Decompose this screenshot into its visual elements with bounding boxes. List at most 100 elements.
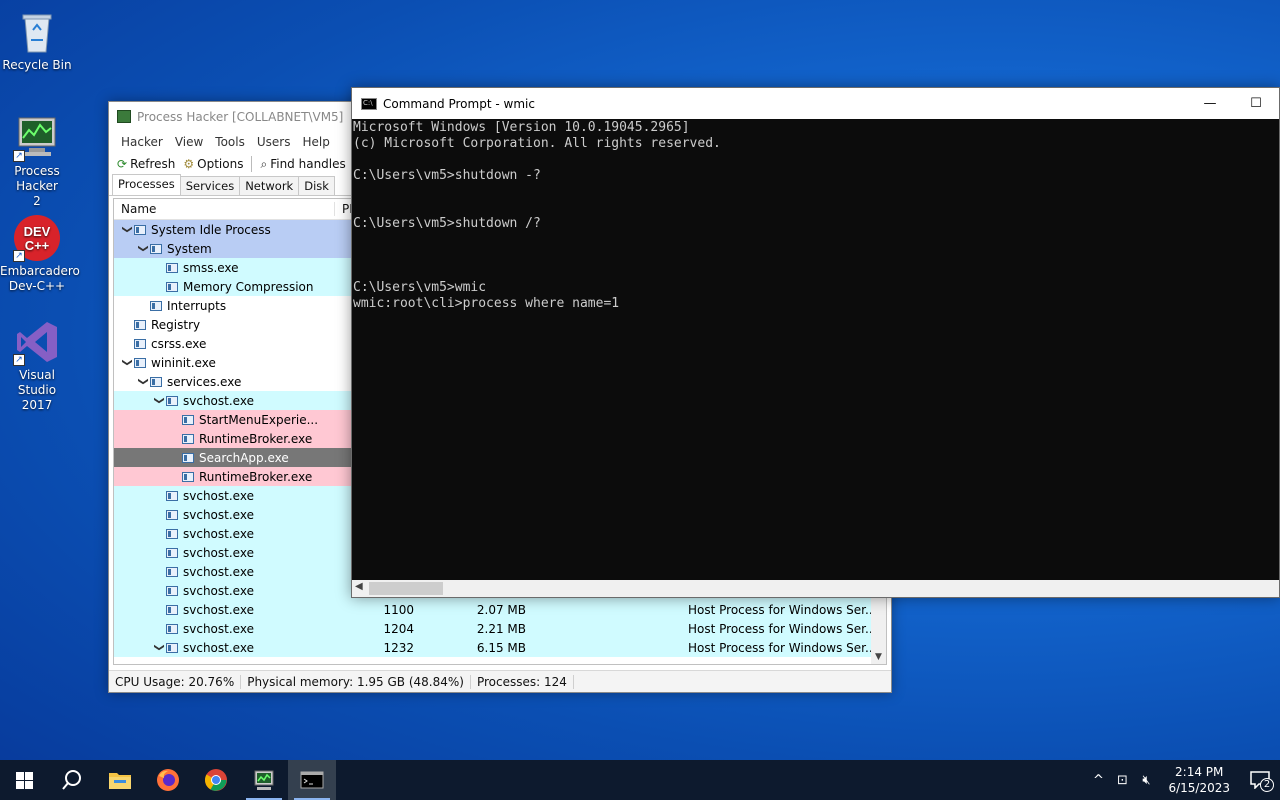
taskbar-chrome[interactable] (192, 760, 240, 800)
process-name-cell: StartMenuExperie... (114, 413, 354, 427)
notification-count-badge: 2 (1260, 778, 1274, 792)
tab-processes[interactable]: Processes (112, 174, 181, 195)
console-output[interactable]: Microsoft Windows [Version 10.0.19045.29… (352, 119, 1279, 582)
process-name: StartMenuExperie... (199, 412, 319, 427)
menu-users[interactable]: Users (251, 135, 297, 149)
desktop-icon-label: Embarcadero Dev-C++ (0, 264, 80, 293)
start-button[interactable] (0, 760, 48, 800)
command-prompt-window[interactable]: C:\ Command Prompt - wmic — ☐ Microsoft … (351, 87, 1280, 598)
menu-tools[interactable]: Tools (209, 135, 251, 149)
taskbar-process-hacker[interactable] (240, 760, 288, 800)
process-name-cell: svchost.exe (114, 546, 354, 560)
scroll-down-arrow-icon[interactable]: ▼ (871, 652, 886, 662)
desktop-icon-recycle-bin[interactable]: Recycle Bin (0, 8, 74, 73)
expand-chevron-icon[interactable]: ❯ (138, 242, 149, 256)
console-line: (c) Microsoft Corporation. All rights re… (353, 136, 721, 151)
process-icon (182, 471, 194, 482)
process-description: Host Process for Windows Ser... (688, 640, 877, 655)
minimize-button[interactable]: — (1187, 88, 1233, 119)
expand-chevron-icon[interactable]: ❯ (122, 223, 133, 237)
command-prompt-titlebar[interactable]: C:\ Command Prompt - wmic — ☐ (352, 88, 1279, 119)
process-name: Interrupts (167, 298, 227, 313)
process-icon (166, 262, 178, 273)
expand-chevron-icon[interactable]: ❯ (154, 641, 165, 655)
search-icon (62, 770, 81, 790)
expand-chevron-icon[interactable]: ❯ (154, 394, 165, 408)
windows-logo-icon (15, 771, 33, 789)
column-name[interactable]: Name (114, 202, 314, 216)
process-pid: 1100 (383, 602, 414, 617)
desktop-icon-process-hacker[interactable]: ↗ Process Hacker 2 (0, 114, 74, 209)
chevron-up-icon[interactable]: ^ (1086, 773, 1110, 788)
notification-center-button[interactable]: 2 (1240, 760, 1280, 800)
find-handles-button[interactable]: ⌕ Find handles (256, 157, 349, 172)
expand-chevron-icon[interactable]: ❯ (122, 356, 133, 370)
process-memory: 6.15 MB (476, 640, 526, 655)
process-icon (166, 585, 178, 596)
process-row[interactable]: ❯ svchost.exe 1232 6.15 MB Host Process for … (114, 638, 886, 657)
process-name: wininit.exe (151, 355, 216, 370)
search-button[interactable] (48, 760, 96, 800)
column-pid[interactable]: PI (334, 202, 353, 216)
process-row[interactable]: svchost.exe 1204 2.21 MB Host Process for W… (114, 619, 886, 638)
process-name: SearchApp.exe (199, 450, 289, 465)
process-icon (166, 604, 178, 615)
console-horizontal-scrollbar[interactable]: ◀ (352, 580, 1279, 597)
desktop-icon-devcpp[interactable]: DEV C++ ↗ Embarcadero Dev-C++ (0, 214, 80, 294)
refresh-button[interactable]: ⟳ Refresh (113, 157, 179, 171)
process-name-cell: Registry (114, 318, 354, 332)
process-name-cell: svchost.exe (114, 603, 354, 617)
folder-icon (109, 773, 131, 789)
clock[interactable]: 2:14 PM 6/15/2023 (1158, 764, 1240, 796)
maximize-button[interactable]: ☐ (1233, 88, 1279, 119)
menu-help[interactable]: Help (296, 135, 335, 149)
taskbar-firefox[interactable] (144, 760, 192, 800)
process-row[interactable]: svchost.exe 1100 2.07 MB Host Process for W… (114, 600, 886, 619)
process-name: Memory Compression (183, 279, 314, 294)
process-name-cell: ❯ svchost.exe (114, 641, 354, 655)
console-icon (300, 771, 324, 789)
toolbar-separator (251, 156, 253, 172)
process-name: csrss.exe (151, 336, 207, 351)
process-memory: 2.07 MB (476, 602, 526, 617)
options-button[interactable]: ⚙ Options (179, 157, 247, 171)
expand-chevron-icon[interactable]: ❯ (138, 375, 149, 389)
scroll-left-arrow-icon[interactable]: ◀ (355, 581, 363, 592)
process-icon (166, 566, 178, 577)
network-icon[interactable]: ⊡ (1110, 773, 1134, 788)
binoculars-icon: ⌕ (260, 156, 268, 171)
status-memory: Physical memory: 1.95 GB (48.84%) (241, 674, 471, 689)
chrome-icon (205, 769, 227, 791)
process-name-cell: ❯ services.exe (114, 375, 354, 389)
process-name: svchost.exe (183, 545, 254, 560)
tab-network[interactable]: Network (239, 176, 300, 195)
process-name: RuntimeBroker.exe (199, 469, 313, 484)
taskbar-file-explorer[interactable] (96, 760, 144, 800)
tab-services[interactable]: Services (179, 176, 241, 195)
menu-view[interactable]: View (169, 135, 209, 149)
process-name: smss.exe (183, 260, 239, 275)
process-name-cell: ❯ wininit.exe (114, 356, 354, 370)
process-icon (182, 414, 194, 425)
process-name: svchost.exe (183, 488, 254, 503)
scroll-thumb[interactable] (369, 582, 443, 595)
console-line: Microsoft Windows [Version 10.0.19045.29… (353, 120, 690, 135)
tab-disk[interactable]: Disk (298, 176, 335, 195)
devcpp-icon: DEV C++ ↗ (13, 214, 61, 262)
process-name-cell: RuntimeBroker.exe (114, 432, 354, 446)
desktop-icon-visual-studio[interactable]: ↗ Visual Studio 2017 (0, 318, 74, 413)
recycle-bin-icon (13, 8, 61, 56)
menu-hacker[interactable]: Hacker (115, 135, 169, 149)
process-name: System (167, 241, 212, 256)
process-description: Host Process for Windows Ser... (688, 602, 877, 617)
svg-text:DEV: DEV (24, 224, 51, 239)
volume-muted-icon[interactable]: 🔇︎ (1134, 773, 1158, 788)
process-name: svchost.exe (183, 640, 254, 655)
process-name-cell: ❯ System Idle Process (114, 223, 354, 237)
taskbar-command-prompt[interactable] (288, 760, 336, 800)
refresh-icon: ⟳ (117, 157, 128, 171)
process-name: svchost.exe (183, 583, 254, 598)
